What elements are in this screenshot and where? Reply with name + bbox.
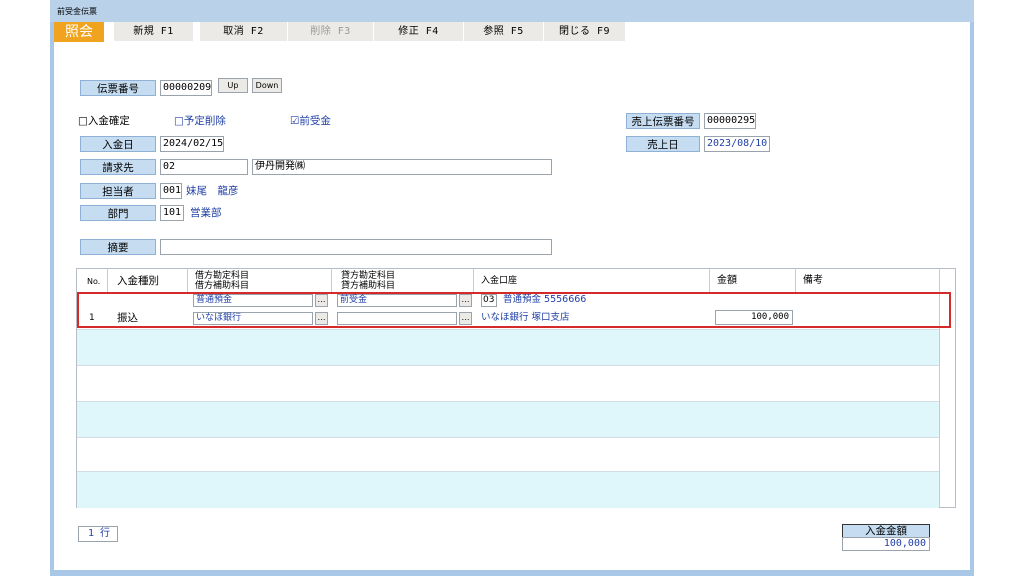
table-row[interactable] bbox=[77, 365, 939, 402]
table-row[interactable] bbox=[77, 437, 939, 474]
billing-code-field[interactable]: 02 bbox=[160, 159, 248, 175]
billing-name-field[interactable]: 伊丹開発㈱ bbox=[252, 159, 552, 175]
staff-label: 担当者 bbox=[80, 183, 156, 199]
sales-date-label: 売上日 bbox=[626, 136, 700, 152]
close-button[interactable]: 閉じる F9 bbox=[544, 22, 626, 42]
row-count: 1 行 bbox=[78, 526, 118, 542]
window-title: 前受金伝票 bbox=[57, 7, 97, 16]
table-row[interactable] bbox=[77, 401, 939, 438]
voucher-no-field[interactable]: 00000209 bbox=[160, 80, 212, 96]
dept-label: 部門 bbox=[80, 205, 156, 221]
staff-code-field[interactable]: 001 bbox=[160, 183, 182, 199]
up-button[interactable]: Up bbox=[218, 78, 248, 93]
new-button[interactable]: 新規 F1 bbox=[114, 22, 194, 42]
edit-button[interactable]: 修正 F4 bbox=[374, 22, 464, 42]
total-value: 100,000 bbox=[842, 537, 930, 551]
sales-voucher-label: 売上伝票番号 bbox=[626, 113, 700, 129]
reference-button[interactable]: 参照 F5 bbox=[464, 22, 544, 42]
down-button[interactable]: Down bbox=[252, 78, 282, 93]
selected-row-highlight bbox=[77, 292, 951, 328]
summary-label: 摘要 bbox=[80, 239, 156, 255]
confirm-checkbox[interactable]: □入金確定 bbox=[78, 114, 130, 128]
detail-grid: No. 入金種別 借方勘定科目 借方補助科目 貸方勘定科目 貸方補助科目 入金口… bbox=[76, 268, 956, 508]
total-label: 入金金額 bbox=[842, 524, 930, 538]
deposit-date-field[interactable]: 2024/02/15 bbox=[160, 136, 224, 152]
table-row[interactable] bbox=[77, 329, 939, 366]
advance-checkbox[interactable]: ☑前受金 bbox=[290, 114, 331, 128]
toolbar: 照会 新規 F1 取消 F2 削除 F3 修正 F4 参照 F5 閉じる F9 bbox=[54, 22, 970, 42]
summary-field[interactable] bbox=[160, 239, 552, 255]
cancel-button[interactable]: 取消 F2 bbox=[200, 22, 288, 42]
billing-label: 請求先 bbox=[80, 159, 156, 175]
app-window: 前受金伝票 照会 新規 F1 取消 F2 削除 F3 修正 F4 参照 F5 閉… bbox=[50, 0, 974, 576]
table-row[interactable] bbox=[77, 471, 939, 508]
sales-voucher-field[interactable]: 00000295 bbox=[704, 113, 756, 129]
mode-indicator: 照会 bbox=[54, 22, 104, 42]
voucher-no-label: 伝票番号 bbox=[80, 80, 156, 96]
dept-name: 営業部 bbox=[190, 207, 222, 219]
delete-button: 削除 F3 bbox=[288, 22, 374, 42]
dept-code-field[interactable]: 101 bbox=[160, 205, 184, 221]
deposit-date-label: 入金日 bbox=[80, 136, 156, 152]
sales-date-field[interactable]: 2023/08/10 bbox=[704, 136, 770, 152]
title-bar: 前受金伝票 bbox=[50, 0, 974, 22]
client-area: 照会 新規 F1 取消 F2 削除 F3 修正 F4 参照 F5 閉じる F9 … bbox=[54, 22, 970, 570]
scheduled-delete-checkbox[interactable]: □予定削除 bbox=[174, 114, 226, 128]
staff-name: 妹尾 龍彦 bbox=[186, 185, 239, 197]
